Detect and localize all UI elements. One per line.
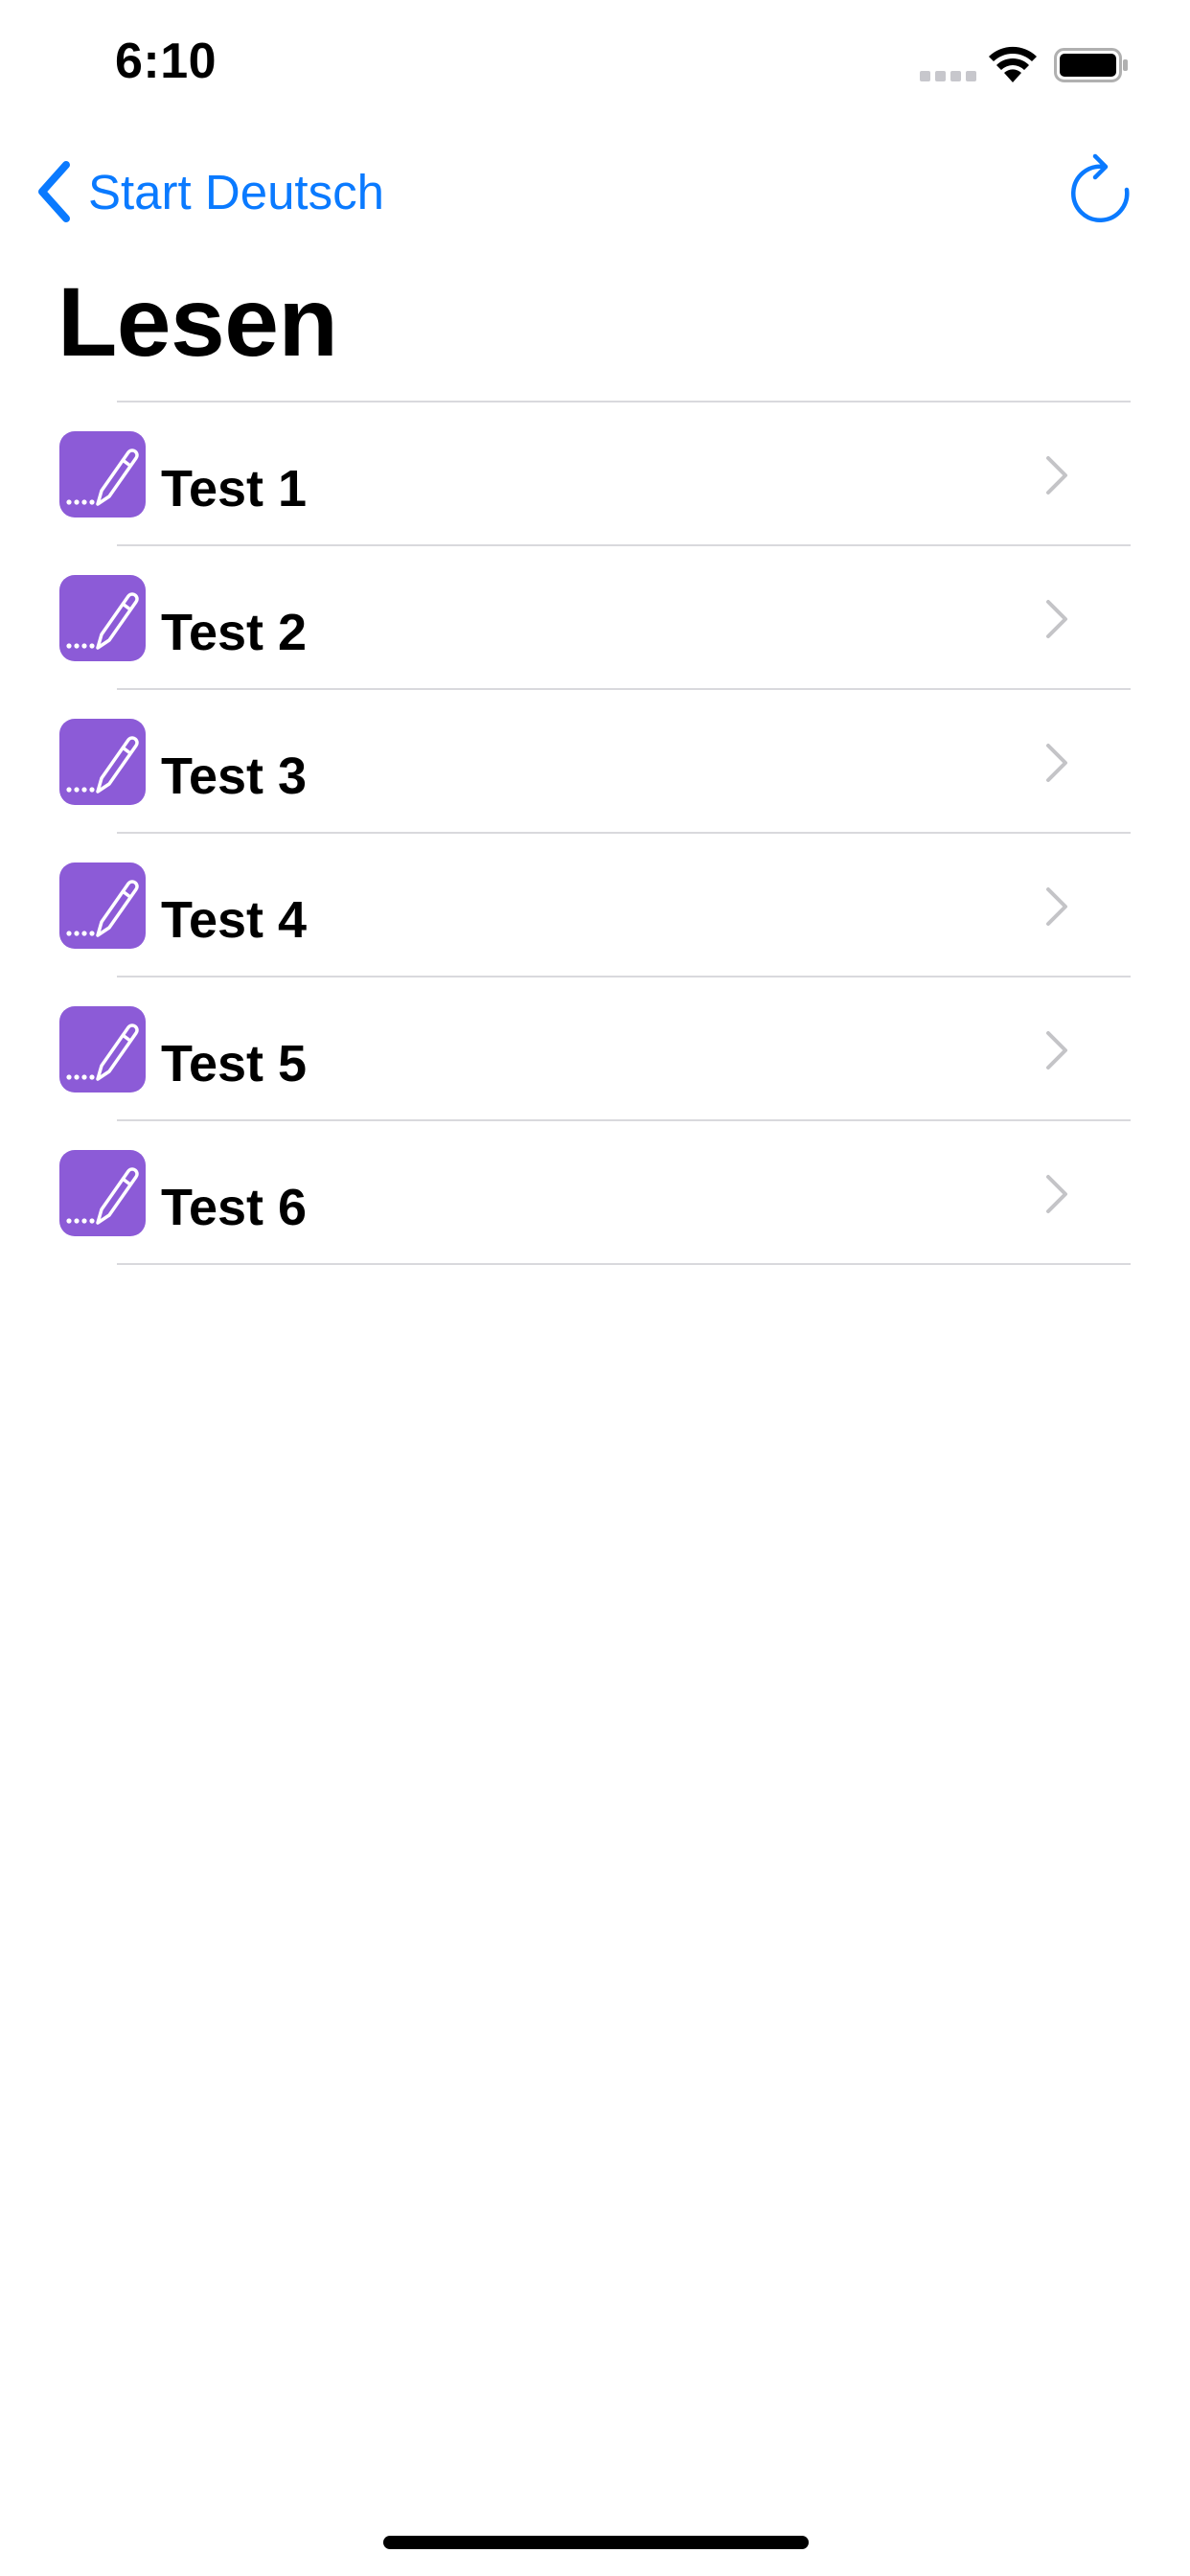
wifi-icon [989,46,1037,82]
chevron-right-icon [1046,887,1067,926]
back-button[interactable]: Start Deutsch [34,157,384,226]
chevron-right-icon [1046,744,1067,782]
pencil-icon [59,719,146,805]
home-indicator [383,2536,809,2549]
status-time: 6:10 [115,34,217,89]
chevron-right-icon [1046,456,1067,494]
list-item[interactable]: Test 3 [0,690,1190,834]
list-item-label: Test 4 [161,891,308,949]
list-item[interactable]: Test 1 [0,402,1190,546]
list-item[interactable]: Test 6 [0,1121,1190,1265]
battery-icon [1054,48,1128,82]
pencil-icon [59,1006,146,1092]
list-item-label: Test 5 [161,1035,308,1092]
chevron-right-icon [1046,1031,1067,1070]
list-item[interactable]: Test 2 [0,546,1190,690]
list-item[interactable]: Test 5 [0,978,1190,1121]
list-item-label: Test 1 [161,460,308,518]
pencil-icon [59,575,146,661]
signal-dots-icon [920,71,977,82]
pencil-icon [59,862,146,949]
list-item-label: Test 6 [161,1179,308,1236]
refresh-icon[interactable] [1069,153,1133,222]
chevron-right-icon [1046,1175,1067,1213]
pencil-icon [59,1150,146,1236]
status-bar: 6:10 [0,0,1190,126]
back-button-label: Start Deutsch [88,164,384,219]
page-title: Lesen [57,267,338,377]
list-separator [117,1263,1131,1265]
list-item-label: Test 3 [161,748,308,805]
chevron-left-icon [38,161,70,222]
pencil-icon [59,431,146,518]
list-item[interactable]: Test 4 [0,834,1190,978]
chevron-right-icon [1046,600,1067,638]
list-item-label: Test 2 [161,604,308,661]
